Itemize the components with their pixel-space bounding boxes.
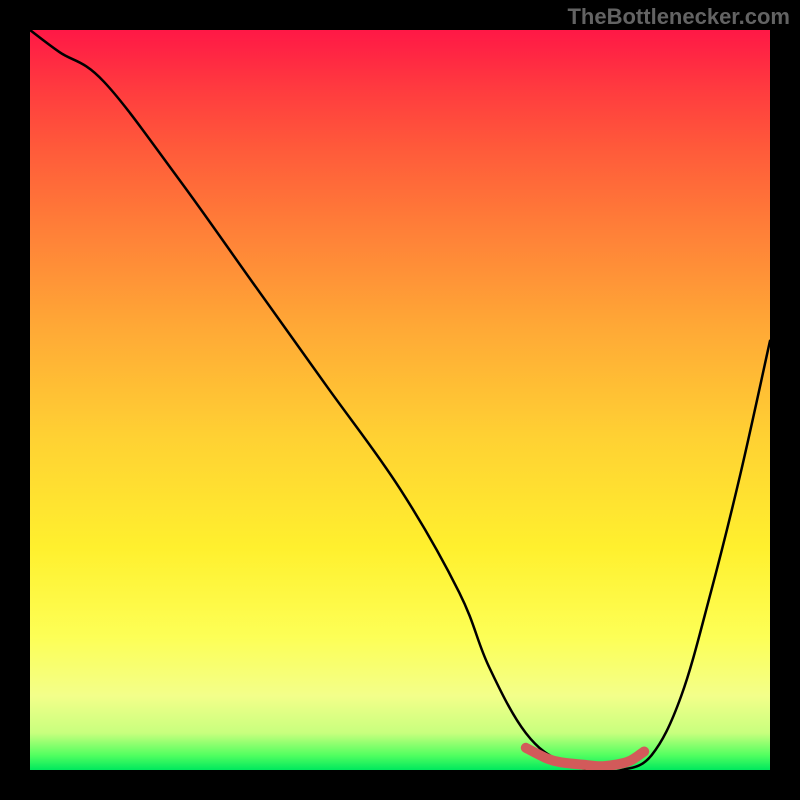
curve-svg — [30, 30, 770, 770]
watermark-text: TheBottlenecker.com — [567, 4, 790, 30]
chart-container: TheBottlenecker.com — [0, 0, 800, 800]
plot-area — [30, 30, 770, 770]
bottleneck-curve — [30, 30, 770, 770]
